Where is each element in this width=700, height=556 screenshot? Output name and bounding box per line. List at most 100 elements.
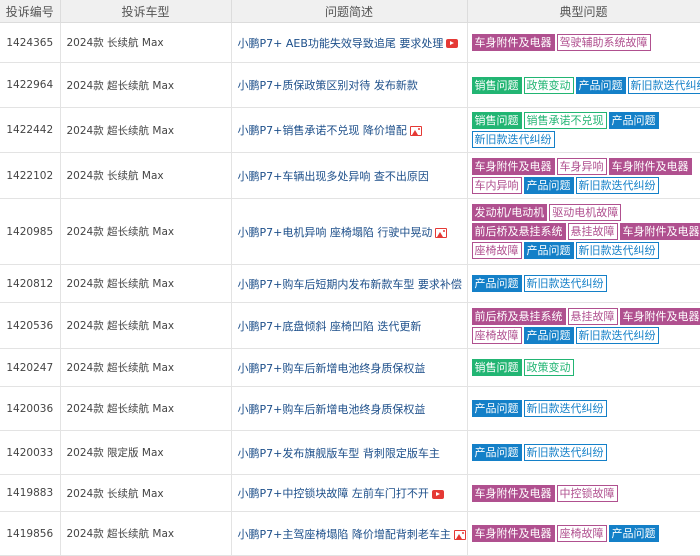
subcategory-tag[interactable]: 新旧款迭代纠纷 bbox=[628, 77, 700, 94]
subcategory-tag[interactable]: 车身异响 bbox=[557, 158, 607, 175]
subcategory-tag[interactable]: 新旧款迭代纠纷 bbox=[576, 327, 659, 344]
typical-issues-cell: 前后桥及悬挂系统悬挂故障车身附件及电器座椅故障产品问题新旧款迭代纠纷 bbox=[467, 303, 700, 349]
typical-issues-cell: 产品问题新旧款迭代纠纷 bbox=[467, 387, 700, 431]
table-body: 14243652024款 长续航 Max小鹏P7+ AEB功能失效导致追尾 要求… bbox=[0, 23, 700, 556]
issue-summary-link[interactable]: 小鹏P7+购车后新增电池终身质保权益 bbox=[238, 362, 426, 375]
subcategory-tag[interactable]: 销售承诺不兑现 bbox=[524, 112, 607, 129]
category-tag[interactable]: 销售问题 bbox=[472, 77, 522, 94]
tag-line: 车身附件及电器车身异响车身附件及电器 bbox=[472, 157, 700, 176]
issue-summary-link[interactable]: 小鹏P7+中控锁块故障 左前车门打不开 bbox=[238, 487, 429, 500]
complaint-id: 1420033 bbox=[0, 431, 60, 475]
table-row[interactable]: 14209852024款 超长续航 Max 小鹏P7+电机异响 座椅塌陷 行驶中晃… bbox=[0, 199, 700, 265]
image-icon[interactable] bbox=[410, 126, 422, 136]
category-tag[interactable]: 车身附件及电器 bbox=[620, 308, 700, 325]
issue-summary-link[interactable]: 小鹏P7+ AEB功能失效导致追尾 要求处理 bbox=[238, 37, 444, 50]
subcategory-tag[interactable]: 新旧款迭代纠纷 bbox=[576, 242, 659, 259]
subcategory-tag[interactable]: 新旧款迭代纠纷 bbox=[524, 400, 607, 417]
tag-line: 销售问题政策变动 bbox=[472, 358, 700, 377]
tag-line: 发动机/电动机驱动电机故障 bbox=[472, 203, 700, 222]
category-tag[interactable]: 车身附件及电器 bbox=[620, 223, 700, 240]
table-row[interactable]: 14229642024款 超长续航 Max小鹏P7+质保政策区别对待 发布新款销… bbox=[0, 63, 700, 108]
subcategory-tag[interactable]: 新旧款迭代纠纷 bbox=[472, 131, 555, 148]
table-row[interactable]: 14224422024款 超长续航 Max小鹏P7+销售承诺不兑现 降价增配销售… bbox=[0, 108, 700, 153]
car-model: 2024款 超长续航 Max bbox=[60, 63, 231, 108]
car-model: 2024款 长续航 Max bbox=[60, 153, 231, 199]
tag-line: 产品问题新旧款迭代纠纷 bbox=[472, 274, 700, 293]
issue-summary-link[interactable]: 小鹏P7+主驾座椅塌陷 降价增配背刺老车主 bbox=[238, 528, 451, 541]
car-model: 2024款 超长续航 Max bbox=[60, 199, 231, 265]
category-tag[interactable]: 产品问题 bbox=[472, 444, 522, 461]
complaint-id: 1422442 bbox=[0, 108, 60, 153]
subcategory-tag[interactable]: 新旧款迭代纠纷 bbox=[576, 177, 659, 194]
image-icon[interactable] bbox=[454, 530, 466, 540]
table-row[interactable]: 14200362024款 超长续航 Max小鹏P7+购车后新增电池终身质保权益产… bbox=[0, 387, 700, 431]
subcategory-tag[interactable]: 新旧款迭代纠纷 bbox=[524, 444, 607, 461]
tag-line: 产品问题新旧款迭代纠纷 bbox=[472, 399, 700, 418]
subcategory-tag[interactable]: 驾驶辅助系统故障 bbox=[557, 34, 651, 51]
table-row[interactable]: 14198832024款 长续航 Max小鹏P7+中控锁块故障 左前车门打不开车… bbox=[0, 475, 700, 512]
subcategory-tag[interactable]: 新旧款迭代纠纷 bbox=[524, 275, 607, 292]
tag-line: 产品问题新旧款迭代纠纷 bbox=[472, 443, 700, 462]
subcategory-tag[interactable]: 悬挂故障 bbox=[568, 308, 618, 325]
tag-line: 座椅故障产品问题新旧款迭代纠纷 bbox=[472, 326, 700, 345]
complaint-id: 1424365 bbox=[0, 23, 60, 63]
category-tag[interactable]: 车身附件及电器 bbox=[472, 158, 555, 175]
table-row[interactable]: 14198562024款 超长续航 Max小鹏P7+主驾座椅塌陷 降价增配背刺老… bbox=[0, 512, 700, 556]
issue-summary-link[interactable]: 小鹏P7+电机异响 座椅塌陷 行驶中晃动 bbox=[238, 226, 433, 239]
category-tag[interactable]: 产品问题 bbox=[524, 242, 574, 259]
category-tag[interactable]: 前后桥及悬挂系统 bbox=[472, 308, 566, 325]
table-row[interactable]: 14243652024款 长续航 Max 小鹏P7+ AEB功能失效导致追尾 要求… bbox=[0, 23, 700, 63]
subcategory-tag[interactable]: 悬挂故障 bbox=[568, 223, 618, 240]
subcategory-tag[interactable]: 座椅故障 bbox=[557, 525, 607, 542]
category-tag[interactable]: 产品问题 bbox=[524, 327, 574, 344]
tag-line: 销售问题政策变动产品问题新旧款迭代纠纷 bbox=[472, 76, 700, 95]
typical-issues-cell: 销售问题政策变动 bbox=[467, 349, 700, 387]
table-row[interactable]: 14205362024款 超长续航 Max小鹏P7+底盘倾斜 座椅凹陷 迭代更新… bbox=[0, 303, 700, 349]
tag-line: 座椅故障产品问题新旧款迭代纠纷 bbox=[472, 241, 700, 260]
video-icon[interactable] bbox=[446, 39, 458, 48]
subcategory-tag[interactable]: 座椅故障 bbox=[472, 242, 522, 259]
subcategory-tag[interactable]: 政策变动 bbox=[524, 77, 574, 94]
issue-summary-link[interactable]: 小鹏P7+质保政策区别对待 发布新款 bbox=[238, 79, 418, 92]
subcategory-tag[interactable]: 中控锁故障 bbox=[557, 485, 618, 502]
complaint-id: 1420812 bbox=[0, 265, 60, 303]
video-icon[interactable] bbox=[432, 490, 444, 499]
category-tag[interactable]: 前后桥及悬挂系统 bbox=[472, 223, 566, 240]
category-tag[interactable]: 产品问题 bbox=[576, 77, 626, 94]
issue-summary-cell: 小鹏P7+主驾座椅塌陷 降价增配背刺老车主 bbox=[231, 512, 467, 556]
subcategory-tag[interactable]: 驱动电机故障 bbox=[549, 204, 621, 221]
category-tag[interactable]: 车身附件及电器 bbox=[609, 158, 692, 175]
issue-summary-link[interactable]: 小鹏P7+购车后短期内发布新款车型 要求补偿 bbox=[238, 278, 462, 291]
issue-summary-link[interactable]: 小鹏P7+车辆出现多处异响 查不出原因 bbox=[238, 170, 429, 183]
category-tag[interactable]: 车身附件及电器 bbox=[472, 34, 555, 51]
complaint-id: 1420536 bbox=[0, 303, 60, 349]
category-tag[interactable]: 车身附件及电器 bbox=[472, 485, 555, 502]
subcategory-tag[interactable]: 政策变动 bbox=[524, 359, 574, 376]
table-row[interactable]: 14200332024款 限定版 Max小鹏P7+发布旗舰版车型 背刺限定版车主… bbox=[0, 431, 700, 475]
category-tag[interactable]: 车身附件及电器 bbox=[472, 525, 555, 542]
issue-summary-link[interactable]: 小鹏P7+销售承诺不兑现 降价增配 bbox=[238, 124, 407, 137]
issue-summary-link[interactable]: 小鹏P7+底盘倾斜 座椅凹陷 迭代更新 bbox=[238, 320, 422, 333]
category-tag[interactable]: 产品问题 bbox=[472, 275, 522, 292]
issue-summary-link[interactable]: 小鹏P7+购车后新增电池终身质保权益 bbox=[238, 403, 426, 416]
table-row[interactable]: 14202472024款 超长续航 Max小鹏P7+购车后新增电池终身质保权益销… bbox=[0, 349, 700, 387]
category-tag[interactable]: 销售问题 bbox=[472, 112, 522, 129]
complaint-id: 1420985 bbox=[0, 199, 60, 265]
table-row[interactable]: 14221022024款 长续航 Max小鹏P7+车辆出现多处异响 查不出原因车… bbox=[0, 153, 700, 199]
issue-summary-link[interactable]: 小鹏P7+发布旗舰版车型 背刺限定版车主 bbox=[238, 447, 440, 460]
table-row[interactable]: 14208122024款 超长续航 Max小鹏P7+购车后短期内发布新款车型 要… bbox=[0, 265, 700, 303]
issue-summary-cell: 小鹏P7+车辆出现多处异响 查不出原因 bbox=[231, 153, 467, 199]
category-tag[interactable]: 产品问题 bbox=[609, 112, 659, 129]
car-model: 2024款 长续航 Max bbox=[60, 475, 231, 512]
category-tag[interactable]: 销售问题 bbox=[472, 359, 522, 376]
car-model: 2024款 长续航 Max bbox=[60, 23, 231, 63]
subcategory-tag[interactable]: 车内异响 bbox=[472, 177, 522, 194]
category-tag[interactable]: 产品问题 bbox=[524, 177, 574, 194]
category-tag[interactable]: 发动机/电动机 bbox=[472, 204, 548, 221]
image-icon[interactable] bbox=[435, 228, 447, 238]
category-tag[interactable]: 产品问题 bbox=[609, 525, 659, 542]
typical-issues-cell: 销售问题销售承诺不兑现产品问题新旧款迭代纠纷 bbox=[467, 108, 700, 153]
category-tag[interactable]: 产品问题 bbox=[472, 400, 522, 417]
subcategory-tag[interactable]: 座椅故障 bbox=[472, 327, 522, 344]
typical-issues-cell: 发动机/电动机驱动电机故障前后桥及悬挂系统悬挂故障车身附件及电器座椅故障产品问题… bbox=[467, 199, 700, 265]
